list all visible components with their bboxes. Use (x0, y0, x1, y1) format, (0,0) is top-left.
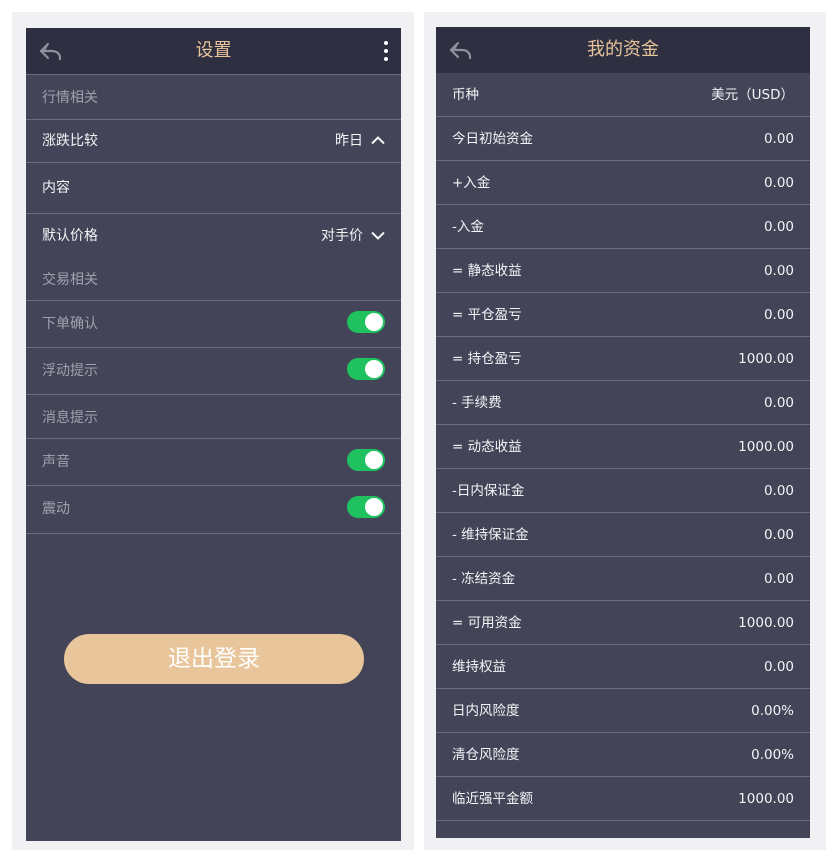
fund-row-value: 0.00 (763, 659, 794, 675)
fund-row-label: -入金 (452, 219, 484, 235)
logout-button[interactable]: 退出登录 (64, 634, 364, 684)
fund-row: = 持仓盈亏 1000.00 (436, 337, 810, 381)
fund-row-value: 0.00 (763, 571, 794, 587)
toggle-knob (365, 498, 383, 516)
divider (26, 438, 401, 439)
order-confirm-label: 下单确认 (42, 316, 98, 332)
fund-row-label: 今日初始资金 (452, 131, 533, 147)
sound-toggle[interactable] (347, 449, 385, 471)
fund-row: = 平仓盈亏 0.00 (436, 293, 810, 337)
fund-row-label: +入金 (452, 175, 491, 191)
change-compare-row[interactable]: 涨跌比较 昨日 (26, 120, 401, 162)
section-market: 行情相关 (42, 90, 98, 106)
fund-row: 临近强平金额 1000.00 (436, 777, 810, 821)
fund-row-value: 0.00% (751, 747, 794, 763)
fund-row: 今日初始资金 0.00 (436, 117, 810, 161)
content-label: 内容 (42, 180, 70, 196)
fund-row-label: = 动态收益 (452, 439, 522, 455)
sound-label: 声音 (42, 454, 70, 470)
fund-row: +入金 0.00 (436, 161, 810, 205)
fund-row: = 动态收益 1000.00 (436, 425, 810, 469)
divider (26, 74, 401, 75)
float-tip-toggle[interactable] (347, 358, 385, 380)
float-tip-label: 浮动提示 (42, 363, 98, 379)
fund-row-label: 临近强平金额 (452, 791, 533, 807)
fund-row: 日内风险度 0.00% (436, 689, 810, 733)
fund-row-value: 1000.00 (738, 439, 794, 455)
fund-row-label: = 可用资金 (452, 615, 522, 631)
funds-screen: 我的资金 币种 美元（USD） 今日初始资金 0.00 +入金 0.00 -入金 0.00 = … (436, 27, 810, 838)
fund-row-label: 日内风险度 (452, 703, 520, 719)
fund-row: - 维持保证金 0.00 (436, 513, 810, 557)
fund-row-label: = 静态收益 (452, 263, 522, 279)
chevron-up-icon (371, 136, 385, 145)
settings-screen: 设置 行情相关 涨跌比较 昨日 内容 默认价格 对手价 交易相关 下单确认 浮动… (26, 28, 401, 841)
vibrate-label: 震动 (42, 501, 70, 517)
change-compare-value: 昨日 (335, 133, 363, 149)
fund-row-value: 美元（USD） (711, 87, 794, 103)
page-title: 我的资金 (587, 39, 659, 60)
fund-row: 清仓风险度 0.00% (436, 733, 810, 777)
fund-row-label: - 维持保证金 (452, 527, 529, 543)
fund-row-label: = 持仓盈亏 (452, 351, 522, 367)
fund-row: = 可用资金 1000.00 (436, 601, 810, 645)
fund-row-label: - 冻结资金 (452, 571, 516, 587)
chevron-down-icon (371, 231, 385, 240)
fund-row-value: 0.00 (763, 219, 794, 235)
fund-row-value: 0.00 (763, 527, 794, 543)
funds-header: 我的资金 (436, 27, 810, 73)
fund-row: - 冻结资金 0.00 (436, 557, 810, 601)
page-title: 设置 (195, 40, 232, 61)
fund-row: 维持权益 0.00 (436, 645, 810, 689)
divider (26, 162, 401, 163)
default-price-label: 默认价格 (42, 228, 98, 244)
fund-row-value: 0.00 (763, 175, 794, 191)
fund-row-value: 0.00 (763, 395, 794, 411)
fund-row-label: - 手续费 (452, 395, 502, 411)
section-trade: 交易相关 (42, 272, 98, 288)
fund-row-label: 清仓风险度 (452, 747, 520, 763)
toggle-knob (365, 313, 383, 331)
default-price-value: 对手价 (321, 228, 363, 244)
settings-header: 设置 (26, 28, 401, 74)
section-message: 消息提示 (42, 410, 98, 426)
fund-row-value: 1000.00 (738, 351, 794, 367)
divider (26, 533, 401, 534)
fund-row-label: 维持权益 (452, 659, 506, 675)
fund-row-value: 0.00% (751, 703, 794, 719)
fund-row-value: 1000.00 (738, 615, 794, 631)
order-confirm-toggle[interactable] (347, 311, 385, 333)
fund-row: = 静态收益 0.00 (436, 249, 810, 293)
fund-row-label: = 平仓盈亏 (452, 307, 522, 323)
fund-row: -日内保证金 0.00 (436, 469, 810, 513)
change-compare-label: 涨跌比较 (42, 133, 98, 149)
fund-row: - 手续费 0.00 (436, 381, 810, 425)
vibrate-toggle[interactable] (347, 496, 385, 518)
divider (26, 394, 401, 395)
fund-row-value: 1000.00 (738, 791, 794, 807)
fund-row: -入金 0.00 (436, 205, 810, 249)
toggle-knob (365, 451, 383, 469)
divider (26, 485, 401, 486)
default-price-row[interactable]: 默认价格 对手价 (26, 214, 401, 260)
fund-row-label: -日内保证金 (452, 483, 525, 499)
divider (26, 347, 401, 348)
fund-row-value: 0.00 (763, 263, 794, 279)
fund-row-value: 0.00 (763, 483, 794, 499)
fund-row-value: 0.00 (763, 307, 794, 323)
fund-row-label: 币种 (452, 87, 479, 103)
divider (26, 300, 401, 301)
more-vertical-icon[interactable] (379, 38, 393, 64)
fund-row: 币种 美元（USD） (436, 73, 810, 117)
fund-row-value: 0.00 (763, 131, 794, 147)
toggle-knob (365, 360, 383, 378)
